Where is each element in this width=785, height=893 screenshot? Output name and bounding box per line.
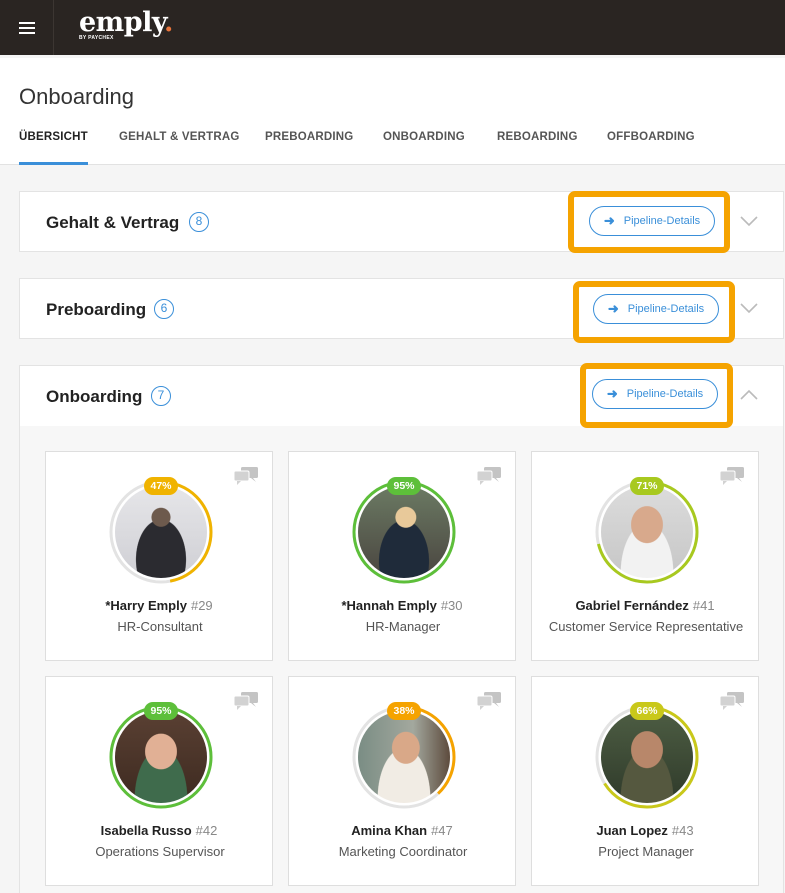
chevron-down-icon[interactable] [739,298,759,318]
avatar[interactable]: 47% [108,477,214,585]
highlight-box: ➜ Pipeline-Details [568,191,730,253]
chat-bubble-icon[interactable] [477,692,501,710]
avatar-photo [115,486,207,578]
candidate-card[interactable]: 47% *Harry Emply #29 HR-Consultant [45,451,273,661]
arrow-right-icon: ➜ [606,386,618,401]
section-title: Onboarding [46,387,143,406]
emply-logo[interactable]: emply. BY PAYCHEX [79,9,173,42]
highlight-box: ➜ Pipeline-Details [573,281,735,343]
chat-bubble-icon[interactable] [720,467,744,485]
tab-reboarding[interactable]: REBOARDING [497,131,578,165]
section-title: Gehalt & Vertrag [46,213,180,232]
avatar[interactable]: 66% [594,702,700,810]
candidate-name[interactable]: *Harry Emply [105,598,187,613]
section-title: Preboarding [46,300,147,319]
candidate-number: #41 [692,598,715,613]
progress-badge: 71% [630,477,664,495]
arrow-right-icon: ➜ [603,213,615,228]
avatar[interactable]: 71% [594,477,700,585]
candidate-name[interactable]: Juan Lopez [596,823,668,838]
chat-bubble-icon[interactable] [720,692,744,710]
tab-preboarding[interactable]: PREBOARDING [265,131,353,165]
avatar[interactable]: 95% [108,702,214,810]
progress-badge: 95% [387,477,421,495]
page-header: Onboarding ÜBERSICHT GEHALT & VERTRAG PR… [0,58,785,165]
candidate-name[interactable]: Amina Khan [351,823,427,838]
section-preboarding: Preboarding 6 ➜ Pipeline-Details [19,278,784,343]
candidate-card[interactable]: 95% Isabella Russo #42 Operations Supervi… [45,676,273,886]
chat-bubble-icon[interactable] [234,692,258,710]
pipeline-details-button[interactable]: ➜ Pipeline-Details [589,206,715,236]
candidate-role: Marketing Coordinator [338,844,468,859]
progress-badge: 38% [387,702,421,720]
tab-onboarding[interactable]: ONBOARDING [383,131,465,165]
chevron-up-icon[interactable] [739,385,759,405]
tab-gehalt-vertrag[interactable]: GEHALT & VERTRAG [119,131,240,165]
candidate-name[interactable]: *Hannah Emply [341,598,436,613]
chat-bubble-icon[interactable] [234,467,258,485]
avatar-photo [601,486,693,578]
arrow-right-icon: ➜ [607,301,619,316]
candidate-role: Customer Service Representative [548,619,744,634]
pipeline-details-button[interactable]: ➜ Pipeline-Details [593,294,719,324]
tab-offboarding[interactable]: OFFBOARDING [607,131,695,165]
chevron-down-icon[interactable] [739,211,759,231]
candidate-number: #30 [440,598,463,613]
candidate-name[interactable]: Isabella Russo [101,823,192,838]
chat-bubble-icon[interactable] [477,467,501,485]
candidate-card[interactable]: 95% *Hannah Emply #30 HR-Manager [288,451,516,661]
tab-uebersicht[interactable]: ÜBERSICHT [19,131,88,165]
candidate-card[interactable]: 71% Gabriel Fernández #41 Customer Servic… [531,451,759,661]
hamburger-menu-icon[interactable] [0,0,54,55]
section-header[interactable]: Preboarding 6 ➜ Pipeline-Details [20,279,783,343]
progress-badge: 66% [630,702,664,720]
progress-badge: 95% [144,702,178,720]
highlight-box: ➜ Pipeline-Details [580,363,733,428]
candidate-number: #42 [195,823,218,838]
section-header[interactable]: Onboarding 7 ➜ Pipeline-Details [20,363,783,428]
page-title: Onboarding [19,84,134,109]
section-gehalt-vertrag: Gehalt & Vertrag 8 ➜ Pipeline-Details [19,191,784,253]
candidate-number: #47 [431,823,453,838]
candidate-role: HR-Manager [365,619,441,634]
candidate-card[interactable]: 38% Amina Khan #47 Marketing Coordinator [288,676,516,886]
avatar[interactable]: 38% [351,702,457,810]
section-count-badge: 6 [154,299,174,319]
candidate-card[interactable]: 66% Juan Lopez #43 Project Manager [531,676,759,886]
candidate-number: #43 [671,823,694,838]
section-count-badge: 7 [151,386,171,406]
candidate-name[interactable]: Gabriel Fernández [575,598,688,613]
pipeline-details-button[interactable]: ➜ Pipeline-Details [592,379,718,409]
progress-badge: 47% [144,477,178,495]
section-header[interactable]: Gehalt & Vertrag 8 ➜ Pipeline-Details [20,191,783,253]
avatar-photo [115,711,207,803]
candidate-role: Operations Supervisor [95,844,225,859]
top-bar: emply. BY PAYCHEX [0,0,785,55]
tab-bar: ÜBERSICHT GEHALT & VERTRAG PREBOARDING O… [0,131,785,165]
candidate-role: HR-Consultant [117,619,203,634]
section-count-badge: 8 [189,212,209,232]
candidate-number: #29 [190,598,213,613]
avatar-photo [358,711,450,803]
avatar-photo [358,486,450,578]
candidate-role: Project Manager [598,844,694,859]
avatar[interactable]: 95% [351,477,457,585]
avatar-photo [601,711,693,803]
